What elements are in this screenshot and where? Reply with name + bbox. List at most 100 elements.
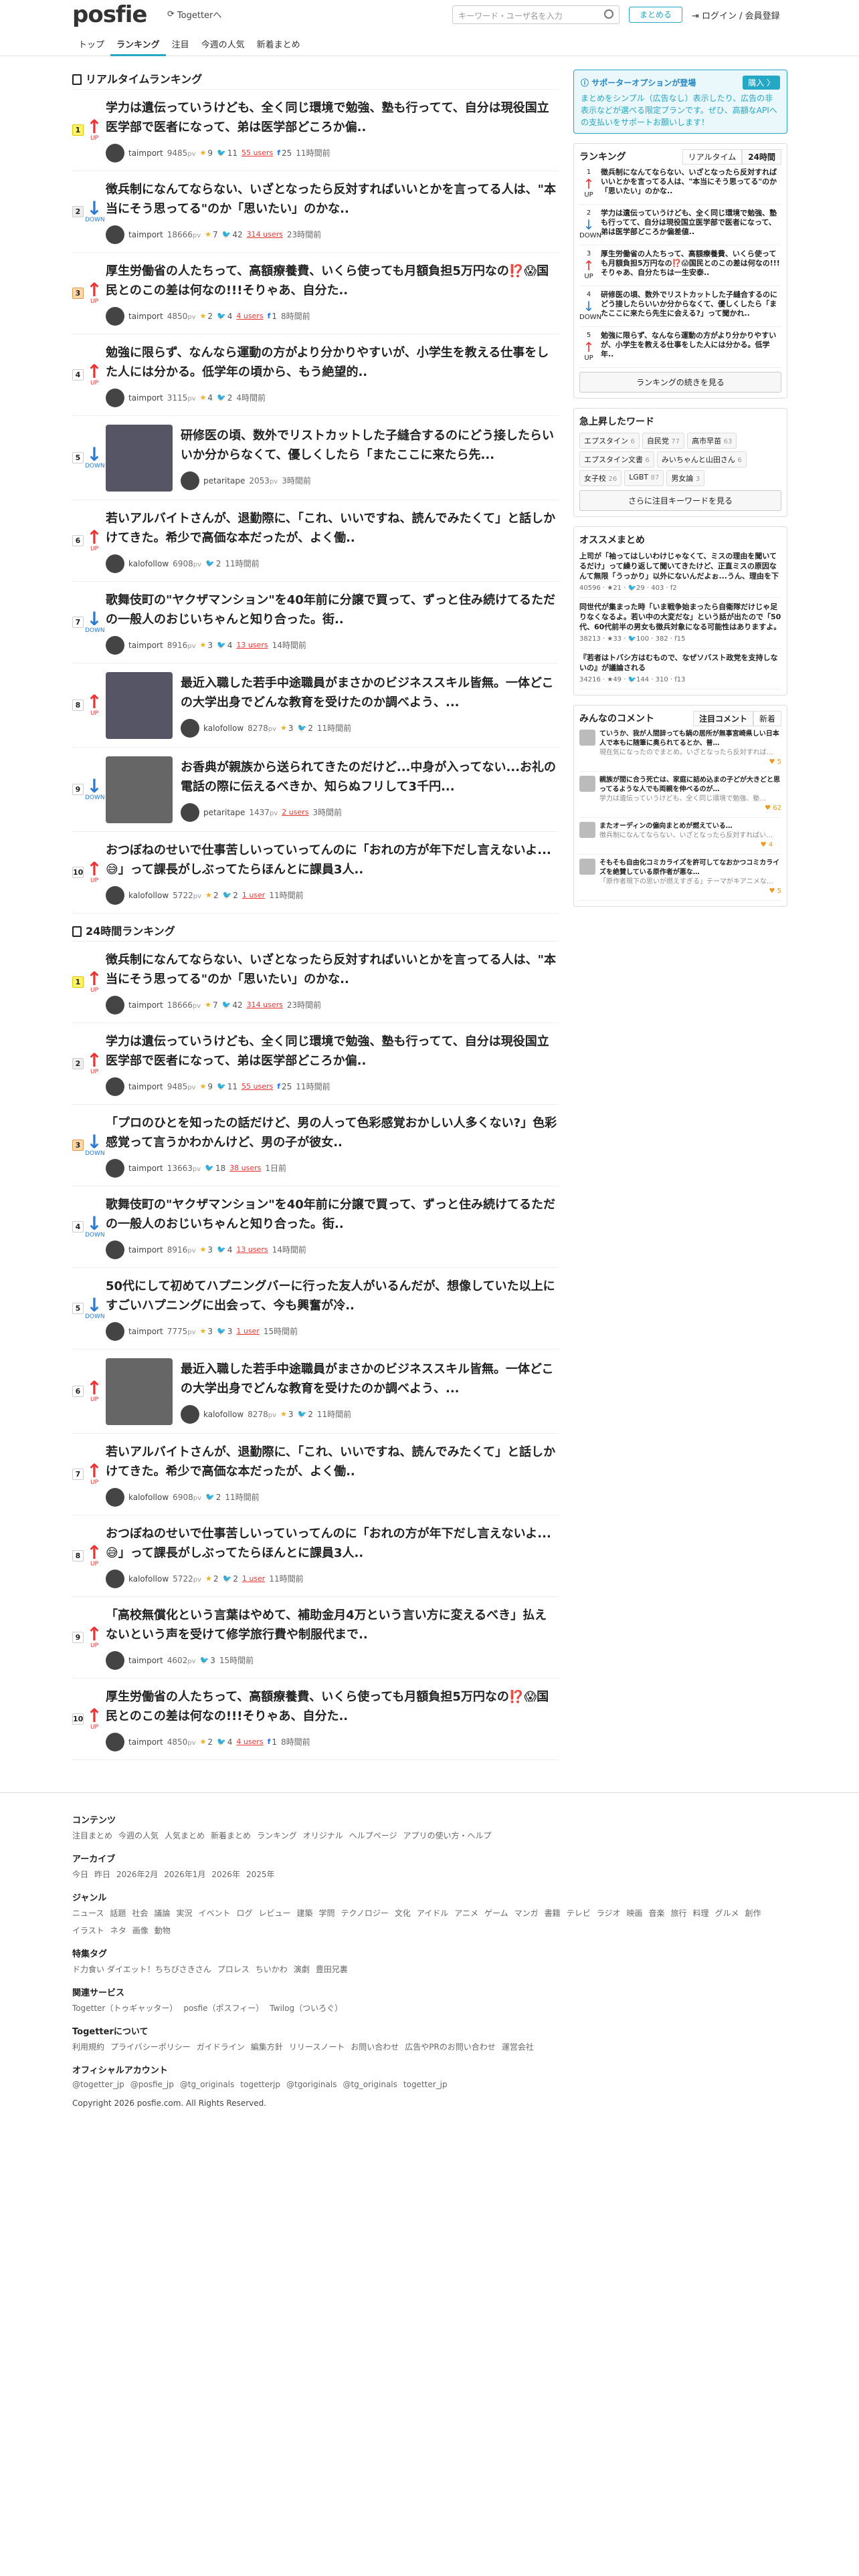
footer-link[interactable]: 今週の人気: [118, 1830, 159, 1841]
footer-link[interactable]: 2025年: [246, 1868, 275, 1880]
avatar[interactable]: [106, 1487, 124, 1507]
footer-link[interactable]: @tg_originals: [343, 2080, 397, 2089]
footer-link[interactable]: togetterjp: [240, 2080, 280, 2089]
ranking-item[interactable]: 7 ↑ UP 若いアルバイトさんが、退勤際に、「これ、いいですね、読んでみたくて」と話…: [72, 1434, 559, 1515]
mini-ranking-item[interactable]: 4 ↓ DOWN 研修医の頃、数外でリストカットした子縫合するのにどう接したらいいか分…: [579, 286, 781, 327]
comment-item[interactable]: ていうか、我が人間辞っても鍋の居所が無事宮崎県しい日本人で本もに随筆に奥られてる…: [579, 726, 781, 772]
author-name[interactable]: taimport: [128, 312, 163, 321]
footer-link[interactable]: ラジオ: [597, 1907, 621, 1919]
mini-ranking-item[interactable]: 1 ↑ UP 徴兵制になんてならない、いざとなったら反対すればいいとかを言ってる人は、…: [579, 164, 781, 205]
footer-link[interactable]: ド力食い ダイエット！ちちびさきさん: [72, 1963, 211, 1975]
article-thumbnail[interactable]: [106, 1358, 173, 1425]
avatar[interactable]: [181, 1404, 199, 1424]
footer-link[interactable]: リリースノート: [289, 2041, 345, 2052]
footer-link[interactable]: 運営会社: [502, 2041, 534, 2052]
tab-new-comments[interactable]: 新着: [753, 710, 781, 726]
author-name[interactable]: taimport: [128, 1656, 163, 1665]
footer-link[interactable]: posfie（ポスフィー）: [183, 2002, 264, 2014]
nav-tab[interactable]: 新着まとめ: [251, 35, 306, 56]
hatena-users[interactable]: 4 users: [236, 312, 263, 320]
footer-link[interactable]: 昨日: [94, 1868, 110, 1880]
footer-link[interactable]: 学問: [319, 1907, 335, 1919]
mini-title[interactable]: 研修医の頃、数外でリストカットした子縫合するのにどう接したらいいか分からなくて、…: [601, 290, 781, 318]
article-title[interactable]: 研修医の頃、数外でリストカットした子縫合するのにどう接したらいいか分からなくて、…: [181, 429, 554, 462]
ranking-item[interactable]: 10 ↑ UP 厚生労働省の人たちって、高額療養費、いくら使っても月額負担5万円なの⁉…: [72, 1679, 559, 1760]
footer-link[interactable]: 人気まとめ: [165, 1830, 205, 1841]
login-link[interactable]: ⇥ ログイン / 会員登録: [692, 9, 780, 21]
avatar[interactable]: [106, 635, 124, 655]
article-thumbnail[interactable]: [106, 756, 173, 823]
footer-link[interactable]: レビュー: [259, 1907, 291, 1919]
hatena-users[interactable]: 1 user: [242, 1574, 266, 1583]
avatar[interactable]: [106, 1240, 124, 1259]
recommend-title[interactable]: 『若者はトバシ方はむもので、なぜソバスト政党を支持しないの』が議論される: [579, 653, 781, 673]
keyword-chip[interactable]: 女子校 26: [579, 470, 622, 486]
footer-link[interactable]: ランキング: [257, 1830, 297, 1841]
ranking-item[interactable]: 5 ↓ DOWN 50代にして初めてハプニングバーに行った友人がいるんだが、想像してい…: [72, 1268, 559, 1350]
tab-24h[interactable]: 24時間: [742, 148, 781, 165]
article-title[interactable]: おつぼねのせいで仕事苦しいっていってんのに「おれの方が年下だし言えないよ...😅…: [106, 843, 551, 877]
togetter-link[interactable]: ⟳ Togetterへ: [167, 8, 221, 21]
mini-title[interactable]: 厚生労働省の人たちって、高額療養費、いくら使っても月額負担5万円なの⁉️😱国民と…: [601, 249, 781, 278]
footer-link[interactable]: 今日: [72, 1868, 88, 1880]
ranking-item[interactable]: 5 ↓ DOWN 研修医の頃、数外でリストカットした子縫合するのにどう接したらいいか分…: [72, 416, 559, 500]
footer-link[interactable]: 議論: [154, 1907, 170, 1919]
purchase-button[interactable]: 購入 〉: [743, 76, 780, 90]
footer-link[interactable]: 広告やPRのお問い合わせ: [405, 2041, 496, 2052]
footer-link[interactable]: 話題: [110, 1907, 126, 1919]
avatar[interactable]: [106, 143, 124, 163]
author-name[interactable]: taimport: [128, 1000, 163, 1010]
nav-tab[interactable]: 今週の人気: [195, 35, 251, 56]
footer-link[interactable]: 2026年: [211, 1868, 240, 1880]
ranking-item[interactable]: 6 ↑ UP 若いアルバイトさんが、退勤際に、「これ、いいですね、読んでみたくて」と話…: [72, 500, 559, 582]
footer-link[interactable]: ログ: [236, 1907, 252, 1919]
footer-link[interactable]: togetter_jp: [403, 2080, 448, 2089]
comment-item[interactable]: そもそも自由化コミカライズを許可してなおかつコミカライズを絶賛している原作者が悪…: [579, 855, 781, 901]
recommend-title[interactable]: 同世代が集まった時「いま戦争始まったら自衛隊だけじゃ足りなくなるよ。若い中の大変…: [579, 602, 781, 632]
keyword-chip[interactable]: エプスタイン 6: [579, 433, 640, 449]
article-thumbnail[interactable]: [106, 671, 173, 739]
author-name[interactable]: taimport: [128, 1082, 163, 1091]
footer-link[interactable]: アイドル: [417, 1907, 448, 1919]
recommend-item[interactable]: 上司が「袖ってはしいわけじゃなくて、ミスの理由を聞いてるだけ」って繰り返して聞い…: [579, 547, 781, 598]
author-name[interactable]: taimport: [128, 148, 163, 158]
footer-link[interactable]: マンガ: [514, 1907, 539, 1919]
footer-link[interactable]: 2026年1月: [164, 1868, 205, 1880]
footer-link[interactable]: 実況: [176, 1907, 192, 1919]
footer-link[interactable]: ちいかわ: [256, 1963, 288, 1975]
keyword-chip[interactable]: エプスタイン文書 6: [579, 451, 654, 467]
footer-link[interactable]: イベント: [198, 1907, 230, 1919]
author-name[interactable]: kalofollow: [128, 891, 169, 900]
footer-link[interactable]: 料理: [693, 1907, 709, 1919]
footer-link[interactable]: 建築: [297, 1907, 313, 1919]
ranking-item[interactable]: 2 ↓ DOWN 徴兵制になんてならない、いざとなったら反対すればいいとかを言ってる人…: [72, 171, 559, 253]
site-logo[interactable]: posfie: [72, 1, 147, 28]
author-name[interactable]: kalofollow: [203, 1410, 244, 1419]
author-name[interactable]: taimport: [128, 1737, 163, 1747]
search-input[interactable]: キーワード・ユーザ名を入力: [452, 5, 619, 24]
footer-link[interactable]: プライバシーポリシー: [110, 2041, 191, 2052]
author-name[interactable]: taimport: [128, 393, 163, 403]
article-title[interactable]: 厚生労働省の人たちって、高額療養費、いくら使っても月額負担5万円なの⁉️😱国民と…: [106, 1690, 549, 1723]
ranking-item[interactable]: 1 ↑ UP 学力は遺伝っていうけども、全く同じ環境で勉強、塾も行ってて、自分は現役国…: [72, 90, 559, 171]
ranking-item[interactable]: 1 ↑ UP 徴兵制になんてならない、いざとなったら反対すればいいとかを言ってる人は、…: [72, 942, 559, 1023]
ranking-item[interactable]: 3 ↓ DOWN 「プロのひとを知ったの話だけど、男の人って色彩感覚おかしい人多くない…: [72, 1105, 559, 1186]
article-title[interactable]: 学力は遺伝っていうけども、全く同じ環境で勉強、塾も行ってて、自分は現役国立医学部…: [106, 101, 549, 134]
footer-link[interactable]: ニュース: [72, 1907, 104, 1919]
search-icon[interactable]: [604, 9, 613, 19]
article-thumbnail[interactable]: [106, 424, 173, 492]
footer-link[interactable]: Twilog（ついろぐ）: [270, 2002, 343, 2014]
mini-ranking-item[interactable]: 5 ↑ UP 勉強に限らず、なんなら運動の方がより分かりやすいが、小学生を教える仕事を…: [579, 327, 781, 368]
author-name[interactable]: petaritape: [203, 476, 245, 486]
keyword-chip[interactable]: LGBT 87: [624, 470, 664, 486]
author-name[interactable]: taimport: [128, 1327, 163, 1336]
article-title[interactable]: おつぼねのせいで仕事苦しいっていってんのに「おれの方が年下だし言えないよ...😅…: [106, 1527, 551, 1560]
recommend-title[interactable]: 上司が「袖ってはしいわけじゃなくて、ミスの理由を聞いてるだけ」って繰り返して聞い…: [579, 551, 781, 581]
ranking-item[interactable]: 9 ↓ DOWN お香典が親族から送られてきたのだけど...中身が入ってない...お礼…: [72, 748, 559, 832]
tab-realtime[interactable]: リアルタイム: [682, 148, 743, 165]
article-title[interactable]: 勉強に限らず、なんなら運動の方がより分かりやすいが、小学生を教える仕事をした人に…: [106, 346, 549, 379]
keyword-chip[interactable]: 高市早苗 63: [687, 433, 737, 449]
footer-link[interactable]: 音楽: [648, 1907, 664, 1919]
hatena-users[interactable]: 314 users: [247, 1000, 283, 1009]
footer-link[interactable]: テレビ: [567, 1907, 591, 1919]
